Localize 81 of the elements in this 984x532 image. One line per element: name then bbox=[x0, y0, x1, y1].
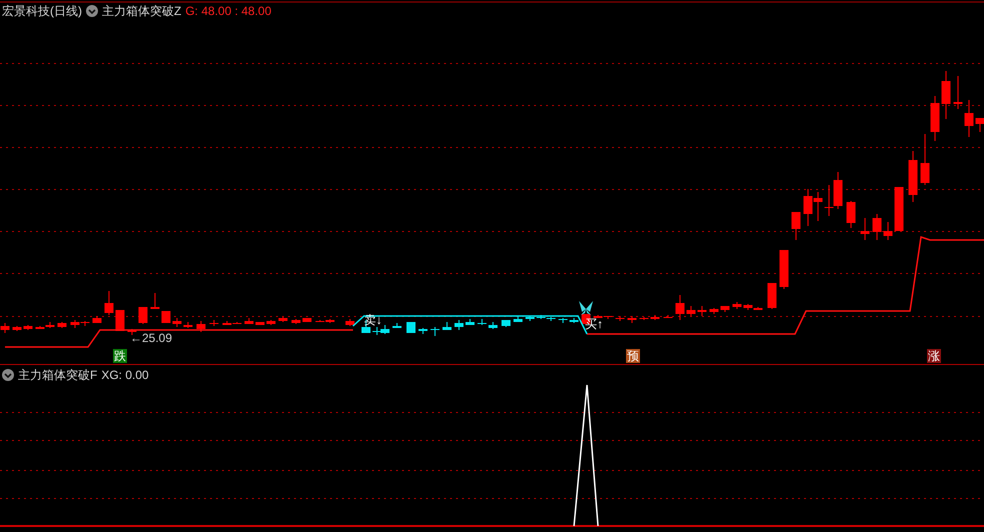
candlestick bbox=[908, 150, 918, 202]
indicator-name: 主力箱体突破F bbox=[18, 367, 98, 383]
candlestick bbox=[58, 322, 66, 328]
candlestick bbox=[792, 212, 800, 240]
candlestick bbox=[686, 306, 696, 316]
candlestick bbox=[768, 282, 776, 310]
signal-tag: 涨 bbox=[927, 349, 941, 363]
candlestick bbox=[406, 322, 416, 334]
candlestick bbox=[196, 320, 206, 332]
candlestick bbox=[162, 310, 170, 324]
candlestick bbox=[954, 76, 962, 110]
candlestick bbox=[884, 222, 892, 240]
candlestick bbox=[92, 316, 102, 324]
candlestick bbox=[720, 306, 730, 312]
candlestick bbox=[860, 218, 870, 240]
candlestick bbox=[824, 184, 834, 216]
stock-title: 宏景科技(日线) bbox=[2, 3, 82, 19]
candlestick bbox=[894, 186, 904, 232]
candlestick bbox=[478, 318, 486, 326]
candlestick bbox=[514, 316, 522, 322]
candlestick bbox=[0, 322, 10, 334]
indicator-values: XG: 0.00 bbox=[101, 367, 149, 383]
candlestick bbox=[104, 290, 114, 316]
candlestick bbox=[380, 324, 390, 334]
candlestick bbox=[442, 322, 452, 330]
sell-signal: 卖↓ bbox=[364, 314, 382, 327]
candlestick bbox=[964, 100, 974, 138]
candlestick bbox=[570, 318, 578, 324]
candlestick bbox=[664, 314, 672, 318]
candlestick bbox=[302, 318, 312, 322]
dropdown-icon[interactable] bbox=[86, 5, 98, 17]
candlestick bbox=[266, 320, 276, 326]
candlestick bbox=[676, 294, 684, 320]
candlestick bbox=[138, 306, 148, 324]
candlestick bbox=[24, 324, 32, 330]
candlestick bbox=[292, 318, 300, 324]
candlestick bbox=[976, 118, 984, 132]
signal-tag: 跌 bbox=[113, 349, 127, 363]
candlestick bbox=[278, 316, 288, 322]
candlestick bbox=[466, 318, 474, 326]
candlestick bbox=[650, 314, 660, 320]
price-annotation: ←25.09 bbox=[130, 331, 172, 345]
candlestick bbox=[814, 192, 822, 222]
candlestick bbox=[628, 316, 636, 324]
candlestick bbox=[930, 96, 940, 142]
candlestick bbox=[872, 214, 882, 240]
candlestick bbox=[116, 310, 124, 332]
candlestick bbox=[698, 306, 706, 316]
candlestick bbox=[128, 328, 136, 336]
candlestick bbox=[834, 172, 842, 210]
candlestick bbox=[454, 320, 464, 330]
candlestick bbox=[920, 134, 930, 186]
candlestick bbox=[846, 200, 856, 228]
candlestick bbox=[732, 302, 742, 310]
candlestick bbox=[710, 308, 718, 314]
candlestick bbox=[392, 322, 402, 328]
candlestick bbox=[942, 70, 950, 120]
candlestick bbox=[488, 322, 498, 330]
candlestick bbox=[172, 318, 182, 328]
candlestick bbox=[780, 250, 788, 290]
candlestick bbox=[12, 326, 22, 332]
candlestick bbox=[244, 318, 254, 324]
candlestick bbox=[616, 316, 624, 322]
candlestick bbox=[150, 292, 160, 310]
candlestick bbox=[804, 188, 812, 226]
signal-tag: 预 bbox=[626, 349, 640, 363]
dropdown-icon[interactable] bbox=[2, 369, 14, 381]
candlestick bbox=[430, 326, 440, 336]
candlestick bbox=[526, 316, 534, 322]
candlestick bbox=[418, 328, 428, 334]
candlestick bbox=[256, 322, 264, 326]
candlestick bbox=[502, 320, 510, 328]
candlestick bbox=[346, 318, 354, 326]
candlestick bbox=[184, 322, 192, 328]
candlestick bbox=[210, 320, 218, 326]
buy-signal: 买↑ bbox=[585, 318, 603, 331]
indicator-name: 主力箱体突破Z bbox=[102, 3, 182, 19]
butterfly-icon bbox=[579, 301, 593, 315]
candlestick bbox=[558, 318, 568, 324]
indicator-values: G: 48.00 : 48.00 bbox=[185, 3, 272, 19]
candlestick bbox=[640, 316, 648, 320]
